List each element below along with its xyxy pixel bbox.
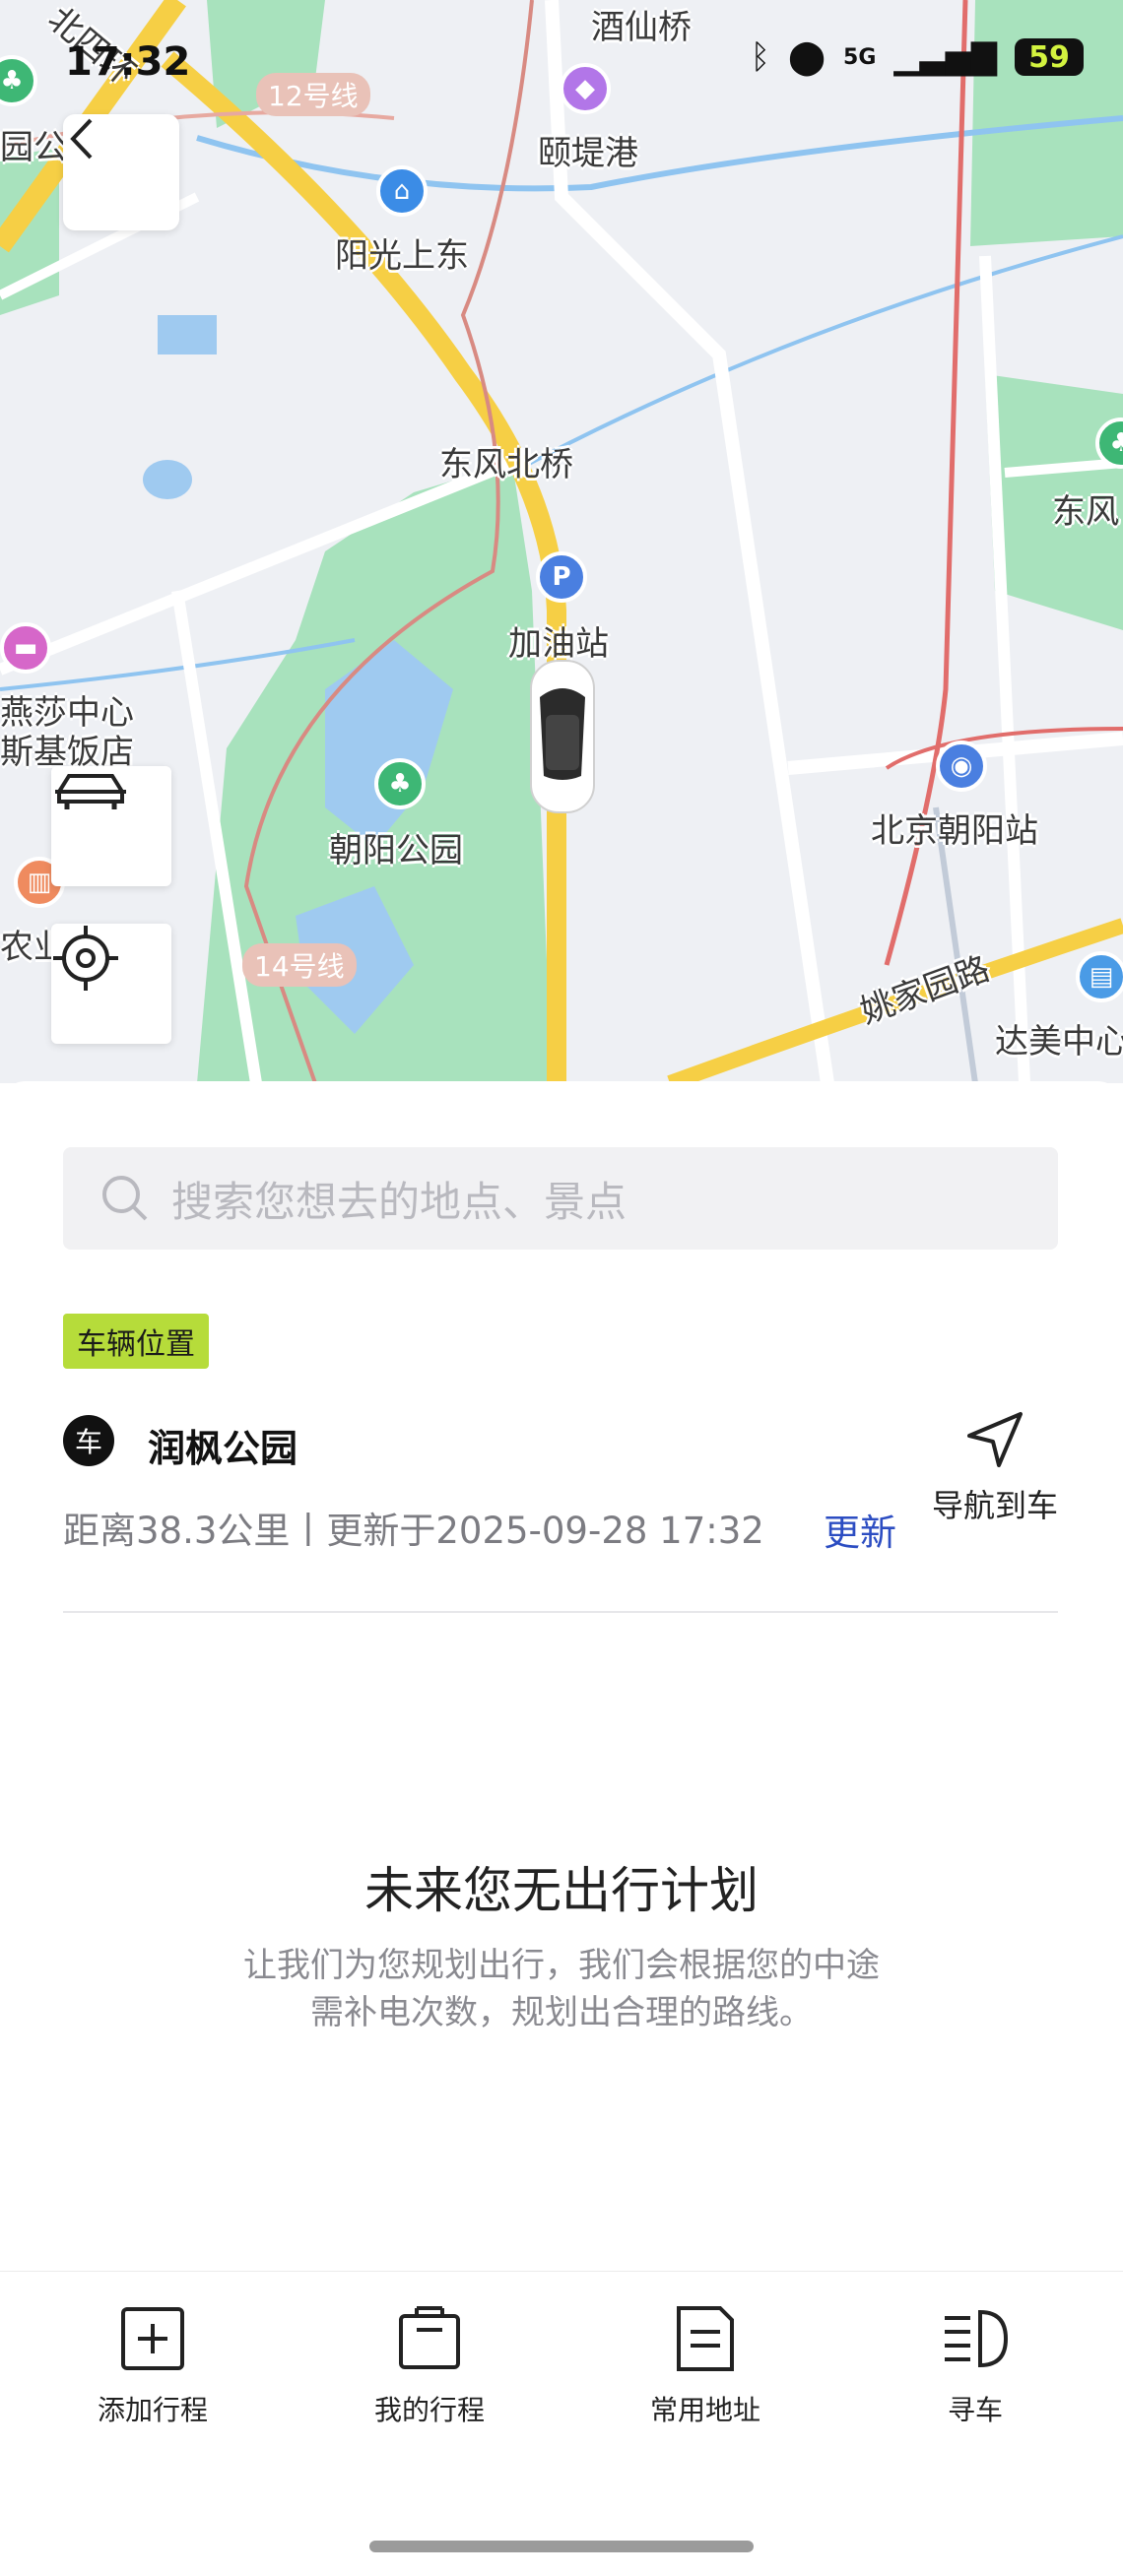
metro-line-14-badge: 14号线 (242, 943, 357, 987)
locate-car-button[interactable] (51, 766, 171, 886)
suitcase-icon (399, 2306, 460, 2369)
empty-state-desc-line2: 需补电次数，规划出合理的路线。 (310, 1993, 813, 2032)
residence-pin-icon[interactable]: ⌂ (376, 165, 428, 217)
map-label-yangguangshangdong: 阳光上东 (335, 236, 469, 276)
vehicle-distance-update: 距离38.3公里丨更新于2025-09-28 17:32 (63, 1510, 764, 1552)
map-label-jiuxianqiao: 酒仙桥 (591, 8, 692, 47)
my-location-button[interactable] (51, 924, 171, 1044)
metro-line-12-badge: 12号线 (256, 73, 370, 116)
empty-state-desc-line1: 让我们为您规划出行，我们会根据您的中途 (243, 1946, 880, 1985)
map-label-beijingchaoyangzhan: 北京朝阳站 (871, 811, 1038, 851)
map-label-yuangong: 园公 (0, 128, 67, 167)
tab-common-addresses-label: 常用地址 (649, 2394, 760, 2426)
tab-add-trip[interactable]: 添加行程 (54, 2304, 251, 2428)
network-label: 5G (843, 44, 877, 70)
car-icon (55, 774, 126, 809)
search-icon (102, 1176, 148, 1221)
tab-find-car[interactable]: 寻车 (877, 2304, 1074, 2428)
search-input[interactable]: 搜索您想去的地点、景点 (63, 1147, 1058, 1250)
station-pin-icon[interactable]: ◉ (936, 741, 987, 792)
plus-square-icon (121, 2307, 184, 2370)
car-badge: 车 (63, 1415, 114, 1466)
tab-bar-divider (0, 2271, 1123, 2272)
vehicle-place-name: 润枫公园 (148, 1427, 298, 1470)
tab-my-trips-label: 我的行程 (373, 2394, 485, 2426)
home-indicator[interactable] (369, 2541, 754, 2552)
status-time: 17:32 (65, 39, 191, 85)
refresh-button[interactable]: 更新 (824, 1503, 896, 1556)
vehicle-location-tag: 车辆位置 (63, 1314, 209, 1369)
building-pin-icon[interactable]: ▤ (1076, 951, 1123, 1002)
hotel-pin-icon[interactable]: ▬ (0, 622, 51, 674)
parking-pin-icon[interactable]: P (536, 551, 587, 603)
tab-add-trip-label: 添加行程 (97, 2394, 208, 2426)
empty-state-title: 未来您无出行计划 (364, 1862, 759, 1919)
status-icons: ᛒ ⬤ 5G ▁▃▅▇ 59 (751, 37, 1084, 77)
map-label-dongfeng: 东风 (1052, 492, 1119, 532)
tab-find-car-label: 寻车 (947, 2394, 1003, 2426)
search-placeholder: 搜索您想去的地点、景点 (171, 1177, 628, 1226)
shopping-pin-icon[interactable]: ◆ (560, 63, 611, 114)
bluetooth-icon: ᛒ (750, 37, 770, 77)
map-label-dongfengbeiqiao: 东风北桥 (439, 445, 573, 484)
signal-icon: ▁▃▅▇ (893, 37, 997, 77)
map-label-chaoyanggongyuan: 朝阳公园 (329, 831, 463, 870)
headlight-icon (945, 2309, 1009, 2368)
navigate-to-car-label: 导航到车 (931, 1487, 1058, 1524)
document-icon (677, 2306, 734, 2371)
tab-common-addresses[interactable]: 常用地址 (607, 2304, 804, 2428)
park-pin-icon[interactable]: ♣ (374, 758, 426, 809)
divider (63, 1611, 1058, 1613)
navigate-to-car-button[interactable]: 导航到车 (921, 1408, 1069, 1526)
location-icon: ⬤ (787, 37, 826, 77)
navigation-arrow-icon (967, 1412, 1023, 1467)
tab-my-trips[interactable]: 我的行程 (331, 2304, 528, 2428)
empty-state-description: 让我们为您规划出行，我们会根据您的中途 需补电次数，规划出合理的路线。 (177, 1942, 946, 2036)
crosshair-icon (53, 926, 118, 991)
map-label-dameizhongxin: 达美中心 (995, 1022, 1123, 1062)
back-button[interactable] (63, 114, 179, 230)
map-view[interactable]: 12号线 14号线 ◆ ⌂ P ▬ ♣ ◉ ▥ ▤ ♣ ♣ 酒仙桥 颐堤港 阳光… (0, 0, 1123, 1083)
map-label-yitigang: 颐堤港 (538, 134, 638, 173)
chevron-left-icon (70, 118, 93, 160)
battery-icon: 59 (1015, 38, 1084, 76)
